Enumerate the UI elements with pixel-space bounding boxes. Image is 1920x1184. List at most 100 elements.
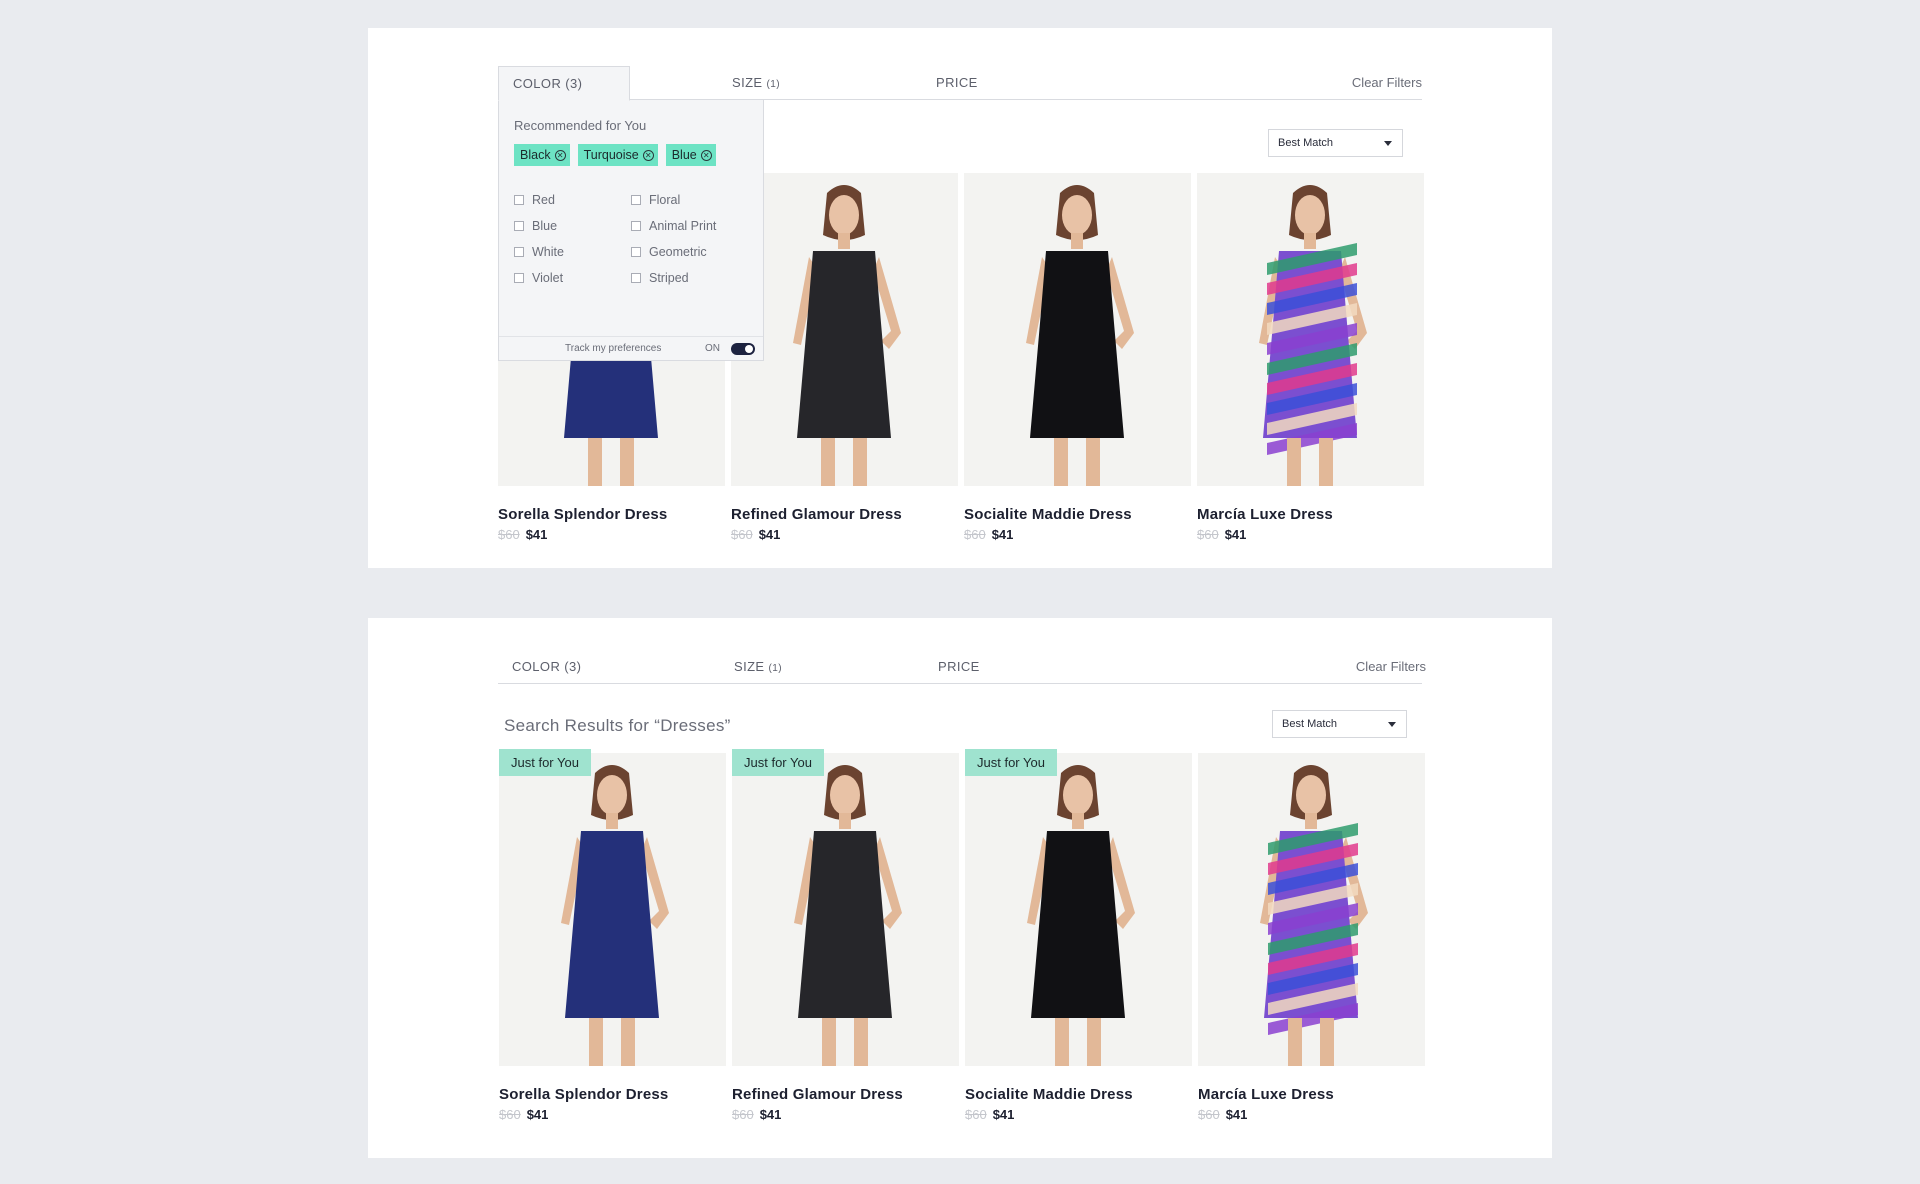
checkbox[interactable]	[631, 247, 641, 257]
product-name[interactable]: Sorella Splendor Dress	[498, 506, 725, 523]
original-price: $60	[1197, 527, 1219, 542]
tab-color[interactable]: COLOR (3)	[498, 66, 630, 101]
filter-open-panel: COLOR (3) SIZE (1) PRICE Clear Filters R…	[368, 28, 1552, 568]
toggle-state-label: ON	[705, 343, 720, 354]
option-label: Blue	[532, 219, 558, 233]
track-preferences-label: Track my preferences	[565, 343, 662, 354]
product-image[interactable]	[964, 173, 1191, 486]
just-for-you-badge: Just for You	[499, 749, 591, 776]
product-photo	[731, 173, 958, 486]
results-panel: COLOR (3) SIZE (1) PRICE Clear Filters S…	[368, 618, 1552, 1158]
product-name[interactable]: Sorella Splendor Dress	[499, 1086, 726, 1103]
close-icon[interactable]: ✕	[642, 149, 654, 161]
product-card[interactable]: Just for You Socialite Maddie Dress $60 $41	[965, 749, 1192, 1122]
tab-size-count: (1)	[766, 79, 780, 90]
tab-size[interactable]: SIZE (1)	[734, 650, 782, 684]
option-striped[interactable]: Striped	[631, 270, 716, 286]
sort-select[interactable]: Best Match	[1268, 129, 1403, 157]
option-white[interactable]: White	[514, 244, 564, 260]
option-label: Geometric	[649, 245, 707, 259]
product-name[interactable]: Refined Glamour Dress	[732, 1086, 959, 1103]
product-image[interactable]	[1197, 173, 1424, 486]
sort-select-value: Best Match	[1282, 718, 1338, 730]
product-card[interactable]: Refined Glamour Dress $60 $41	[731, 173, 958, 542]
track-preferences-toggle[interactable]	[731, 343, 755, 355]
original-price: $60	[731, 527, 753, 542]
sale-price: $41	[758, 527, 781, 542]
option-geometric[interactable]: Geometric	[631, 244, 716, 260]
product-image[interactable]	[731, 173, 958, 486]
checkbox[interactable]	[514, 247, 524, 257]
option-red[interactable]: Red	[514, 192, 564, 208]
pattern-options: Floral Animal Print Geometric Striped	[631, 192, 716, 286]
sale-price: $41	[1225, 1107, 1248, 1122]
sale-price: $41	[991, 527, 1014, 542]
product-photo	[1198, 753, 1425, 1066]
chip-black[interactable]: Black ✕	[514, 144, 570, 166]
option-label: Striped	[649, 271, 689, 285]
recommended-heading: Recommended for You	[514, 118, 647, 133]
tab-color-label: COLOR (3)	[513, 76, 583, 91]
clear-filters-link[interactable]: Clear Filters	[1352, 66, 1422, 100]
sale-price: $41	[525, 527, 548, 542]
product-photo	[964, 173, 1191, 486]
just-for-you-badge: Just for You	[732, 749, 824, 776]
sale-price: $41	[992, 1107, 1015, 1122]
original-price: $60	[1198, 1107, 1220, 1122]
product-image[interactable]	[499, 753, 726, 1066]
tab-price[interactable]: PRICE	[938, 650, 980, 684]
product-card[interactable]: Marcía Luxe Dress $60 $41	[1197, 173, 1424, 542]
product-image[interactable]	[732, 753, 959, 1066]
product-card[interactable]: Just for You Refined Glamour Dress $60 $41	[732, 749, 959, 1122]
sort-select[interactable]: Best Match	[1272, 710, 1407, 738]
tab-price-label: PRICE	[938, 659, 980, 674]
checkbox[interactable]	[514, 195, 524, 205]
product-name[interactable]: Marcía Luxe Dress	[1197, 506, 1424, 523]
chip-blue[interactable]: Blue ✕	[665, 144, 716, 166]
price-row: $60 $41	[1198, 1107, 1425, 1122]
color-filter-dropdown: Recommended for You Black ✕ Turquoise ✕ Bl…	[498, 100, 764, 361]
original-price: $60	[965, 1107, 987, 1122]
tab-size-label: SIZE	[732, 75, 763, 90]
product-name[interactable]: Socialite Maddie Dress	[965, 1086, 1192, 1103]
sale-price: $41	[526, 1107, 549, 1122]
option-violet[interactable]: Violet	[514, 270, 564, 286]
sale-price: $41	[759, 1107, 782, 1122]
checkbox[interactable]	[514, 221, 524, 231]
option-blue[interactable]: Blue	[514, 218, 564, 234]
checkbox[interactable]	[631, 273, 641, 283]
product-grid: Just for You Sorella Splendor Dress $60 $41…	[499, 749, 1425, 1122]
option-animal-print[interactable]: Animal Print	[631, 218, 716, 234]
product-photo	[499, 753, 726, 1066]
track-preferences-row: Track my preferences ON	[499, 336, 763, 360]
filter-bar: COLOR (3) SIZE (1) PRICE Clear Filters	[498, 650, 1426, 684]
close-icon[interactable]: ✕	[554, 149, 566, 161]
tab-size[interactable]: SIZE (1)	[732, 66, 780, 100]
product-card[interactable]: Socialite Maddie Dress $60 $41	[964, 173, 1191, 542]
chip-turquoise[interactable]: Turquoise ✕	[577, 144, 658, 166]
checkbox[interactable]	[631, 195, 641, 205]
option-floral[interactable]: Floral	[631, 192, 716, 208]
product-card[interactable]: Marcía Luxe Dress $60 $41	[1198, 753, 1425, 1122]
product-image[interactable]	[1198, 753, 1425, 1066]
checkbox[interactable]	[514, 273, 524, 283]
close-icon[interactable]: ✕	[700, 149, 712, 161]
product-name[interactable]: Marcía Luxe Dress	[1198, 1086, 1425, 1103]
price-row: $60 $41	[732, 1107, 959, 1122]
product-card[interactable]: Just for You Sorella Splendor Dress $60 $41	[499, 749, 726, 1122]
price-row: $60 $41	[965, 1107, 1192, 1122]
chip-label: Black	[520, 148, 551, 162]
price-row: $60 $41	[1197, 527, 1424, 542]
caret-down-icon	[1384, 141, 1392, 146]
product-image[interactable]	[965, 753, 1192, 1066]
chip-label: Blue	[671, 148, 697, 162]
checkbox[interactable]	[631, 221, 641, 231]
tab-color-label: COLOR (3)	[512, 659, 582, 674]
product-name[interactable]: Refined Glamour Dress	[731, 506, 958, 523]
tab-price[interactable]: PRICE	[936, 66, 978, 100]
sort-select-value: Best Match	[1278, 137, 1334, 149]
color-options: Red Blue White Violet	[514, 192, 564, 286]
tab-color[interactable]: COLOR (3)	[498, 650, 630, 684]
clear-filters-link[interactable]: Clear Filters	[1356, 650, 1426, 684]
product-name[interactable]: Socialite Maddie Dress	[964, 506, 1191, 523]
